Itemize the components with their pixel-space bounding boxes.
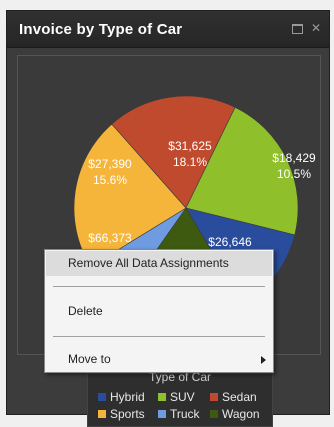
context-menu: Remove All Data Assignments Delete Move … xyxy=(44,249,274,373)
legend-swatch xyxy=(210,393,218,401)
legend-item-sports: Sports xyxy=(98,407,145,421)
menu-item-label: Move to xyxy=(68,352,111,366)
panel-titlebar: Invoice by Type of Car ✕ xyxy=(7,11,329,48)
menu-item-delete[interactable]: Delete xyxy=(46,299,272,324)
legend-item-hybrid: Hybrid xyxy=(98,390,145,404)
legend-label: Truck xyxy=(170,407,200,421)
close-icon[interactable]: ✕ xyxy=(309,22,323,34)
legend-label: Sedan xyxy=(222,390,257,404)
legend-label: SUV xyxy=(170,390,195,404)
legend-label: Sports xyxy=(110,407,145,421)
legend-item-suv: SUV xyxy=(158,390,195,404)
menu-separator xyxy=(53,286,265,287)
legend-label: Wagon xyxy=(222,407,260,421)
slice-value-label: $66,373 xyxy=(88,231,132,245)
menu-item-label: Remove All Data Assignments xyxy=(68,256,229,270)
menu-item-label: Delete xyxy=(68,304,103,318)
slice-percent-label: 18.1% xyxy=(173,155,207,169)
legend-swatch xyxy=(98,393,106,401)
slice-percent-label: 10.5% xyxy=(277,167,311,181)
menu-separator xyxy=(53,336,265,337)
slice-value-label: $31,625 xyxy=(168,139,212,153)
legend-item-sedan: Sedan xyxy=(210,390,257,404)
legend-label: Hybrid xyxy=(110,390,145,404)
legend-item-wagon: Wagon xyxy=(210,407,260,421)
slice-value-label: $26,646 xyxy=(208,235,252,249)
submenu-arrow-icon xyxy=(261,356,266,364)
legend-item-truck: Truck xyxy=(158,407,200,421)
panel-title: Invoice by Type of Car xyxy=(19,21,183,38)
slice-percent-label: 15.6% xyxy=(93,173,127,187)
restore-icon[interactable] xyxy=(290,22,304,34)
legend-swatch xyxy=(158,393,166,401)
slice-value-label: $27,390 xyxy=(88,157,132,171)
slice-value-label: $18,429 xyxy=(272,151,316,165)
menu-item-remove-all-data-assignments[interactable]: Remove All Data Assignments xyxy=(46,251,272,276)
chart-legend: Type of Car Hybrid SUV Sedan Sports Truck Wag… xyxy=(87,370,273,427)
menu-item-move-to[interactable]: Move to xyxy=(46,347,272,372)
